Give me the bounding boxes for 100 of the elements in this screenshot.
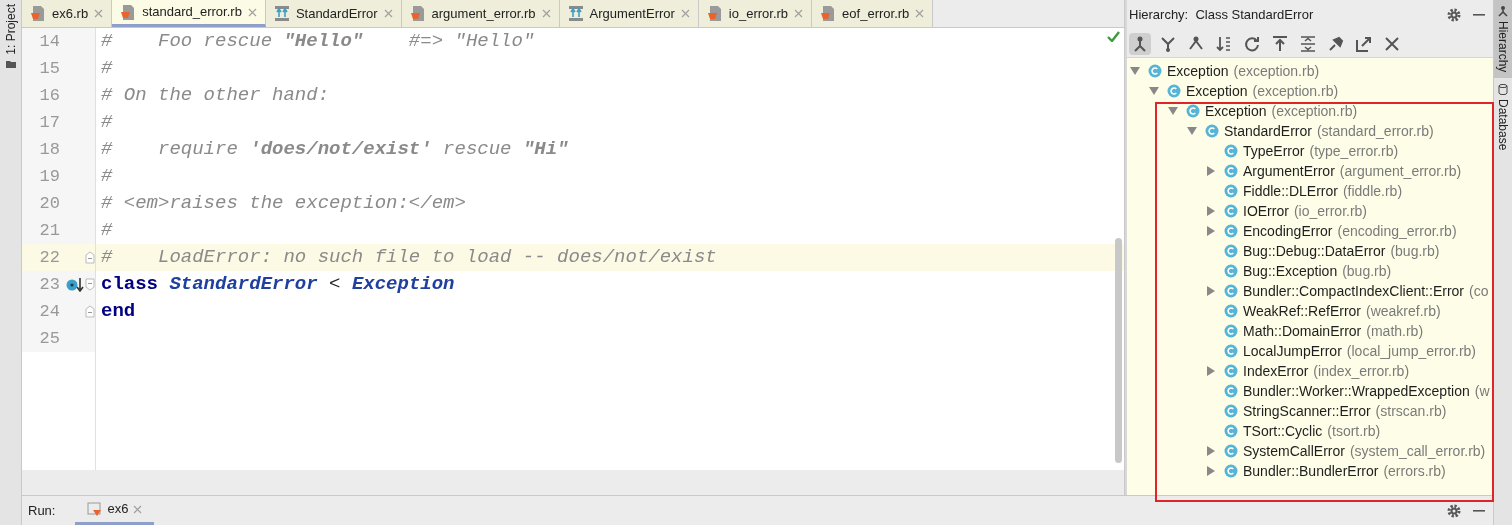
expand-arrow-icon[interactable] bbox=[1206, 446, 1216, 456]
code-line: # Foo rescue "Hello" #=> "Hello" bbox=[100, 29, 535, 55]
close-icon bbox=[247, 7, 257, 17]
close-icon bbox=[541, 9, 551, 18]
tree-item[interactable]: IndexError (index_error.rb) bbox=[1206, 361, 1410, 381]
expand-arrow-icon[interactable] bbox=[1206, 206, 1216, 216]
close-icon bbox=[680, 9, 690, 18]
subclass-gutter-icon[interactable] bbox=[66, 277, 84, 292]
fold-icon[interactable] bbox=[85, 305, 95, 318]
editor-tab[interactable]: eof_error.rb bbox=[812, 0, 934, 27]
tree-item[interactable]: WeakRef::RefError (weakref.rb) bbox=[1206, 301, 1441, 321]
line-number: 21 bbox=[38, 219, 60, 242]
editor-tab[interactable]: ArgumentError bbox=[559, 0, 699, 27]
line-number: 24 bbox=[38, 300, 60, 323]
tree-item[interactable]: Bug::Debug::DataError (bug.rb) bbox=[1206, 241, 1440, 261]
class-icon bbox=[1224, 224, 1238, 238]
expand-arrow-icon[interactable] bbox=[1206, 166, 1216, 176]
collapse-arrow-icon[interactable] bbox=[1168, 106, 1178, 116]
tree-item[interactable]: Fiddle::DLError (fiddle.rb) bbox=[1206, 181, 1403, 201]
expand-arrow-icon[interactable] bbox=[1206, 286, 1216, 296]
class-icon bbox=[1224, 204, 1238, 218]
fold-icon[interactable] bbox=[85, 251, 95, 264]
tree-item[interactable]: Exception (exception.rb) bbox=[1168, 101, 1358, 121]
line-number: 20 bbox=[38, 192, 60, 215]
line-number: 15 bbox=[38, 57, 60, 80]
database-icon bbox=[1498, 84, 1508, 96]
close-icon bbox=[383, 9, 393, 18]
collapse-arrow-icon[interactable] bbox=[1130, 66, 1140, 76]
tree-item[interactable]: SystemCallError (system_call_error.rb) bbox=[1206, 441, 1486, 461]
editor-tab[interactable]: StandardError bbox=[265, 0, 402, 27]
tree-item[interactable]: Bundler::BundlerError (errors.rb) bbox=[1206, 461, 1446, 481]
run-label: Run: bbox=[28, 501, 56, 520]
tree-item[interactable]: StandardError (standard_error.rb) bbox=[1187, 121, 1434, 141]
ruby-file-icon bbox=[820, 5, 837, 22]
subtypes-icon bbox=[1159, 34, 1177, 53]
tree-item[interactable]: IOError (io_error.rb) bbox=[1206, 201, 1368, 221]
ruby-file-icon bbox=[706, 5, 723, 22]
project-tool-tab[interactable]: 1: Project bbox=[1, 4, 20, 55]
ruby-file-icon bbox=[30, 5, 46, 22]
tree-item[interactable]: TSort::Cyclic (tsort.rb) bbox=[1206, 421, 1381, 441]
close-icon bbox=[1383, 34, 1401, 53]
ruby-file-icon bbox=[409, 5, 426, 22]
check-icon bbox=[1107, 31, 1120, 42]
sort-icon bbox=[1215, 34, 1233, 53]
expand-arrow-icon[interactable] bbox=[1206, 366, 1216, 376]
tree-item[interactable]: Bundler::CompactIndexClient::Error (co bbox=[1206, 281, 1489, 301]
class-icon bbox=[1224, 264, 1238, 278]
scroll-to-source-icon bbox=[1271, 34, 1289, 53]
tree-item[interactable]: LocalJumpError (local_jump_error.rb) bbox=[1206, 341, 1476, 361]
class-icon bbox=[1224, 424, 1238, 438]
fold-icon[interactable] bbox=[85, 278, 95, 291]
tree-item[interactable]: EncodingError (encoding_error.rb) bbox=[1206, 221, 1457, 241]
folder-icon bbox=[5, 58, 16, 68]
code-line: class StandardError < Exception bbox=[100, 272, 455, 298]
tree-item[interactable]: Exception (exception.rb) bbox=[1130, 61, 1320, 81]
close-icon bbox=[94, 9, 104, 18]
class-icon bbox=[1224, 464, 1238, 478]
tree-item[interactable]: ArgumentError (argument_error.rb) bbox=[1206, 161, 1462, 181]
class-icon bbox=[1205, 124, 1219, 138]
class-icon bbox=[1224, 184, 1238, 198]
editor-tab[interactable]: argument_error.rb bbox=[401, 0, 560, 27]
tree-item[interactable]: Exception (exception.rb) bbox=[1149, 81, 1339, 101]
line-number: 17 bbox=[38, 111, 60, 134]
editor-tab[interactable]: io_error.rb bbox=[698, 0, 813, 27]
class-icon bbox=[1224, 284, 1238, 298]
class-icon bbox=[1186, 104, 1200, 118]
settings-icon[interactable] bbox=[1447, 503, 1461, 518]
class-icon bbox=[1224, 324, 1238, 338]
tree-item[interactable]: Math::DomainError (math.rb) bbox=[1206, 321, 1424, 341]
tree-item[interactable]: TypeError (type_error.rb) bbox=[1206, 141, 1399, 161]
tree-item[interactable]: Bundler::Worker::WrappedException (w bbox=[1206, 381, 1490, 401]
side-tool-tab[interactable]: Database bbox=[1494, 78, 1512, 157]
side-tool-tab[interactable]: Hierarchy bbox=[1494, 0, 1512, 79]
collapse-arrow-icon[interactable] bbox=[1149, 86, 1159, 96]
editor-tab[interactable]: standard_error.rb bbox=[112, 0, 266, 27]
code-line: # LoadError: no such file to load -- does/not/exist bbox=[100, 245, 717, 271]
class-icon bbox=[1148, 64, 1162, 78]
class-icon bbox=[1224, 244, 1238, 258]
settings-icon[interactable] bbox=[1447, 8, 1461, 22]
expand-arrow-icon[interactable] bbox=[1206, 226, 1216, 236]
hierarchy-tree-icon bbox=[1498, 6, 1508, 17]
pin-icon bbox=[1327, 34, 1345, 53]
editor-tab[interactable]: ex6.rb bbox=[22, 0, 113, 27]
ruby-file-icon bbox=[120, 3, 137, 21]
run-tab[interactable]: ex6 bbox=[75, 496, 155, 525]
class-icon bbox=[1224, 144, 1238, 158]
tree-item[interactable]: Bug::Exception (bug.rb) bbox=[1206, 261, 1392, 281]
hierarchy-icon bbox=[273, 5, 290, 22]
code-line: # require 'does/not/exist' rescue "Hi" bbox=[100, 137, 569, 163]
close-icon bbox=[794, 9, 804, 18]
code-line: end bbox=[100, 299, 136, 325]
code-line: # bbox=[100, 110, 113, 136]
code-line: # bbox=[100, 218, 113, 244]
scrollbar[interactable] bbox=[1115, 238, 1122, 463]
collapse-arrow-icon[interactable] bbox=[1187, 126, 1197, 136]
line-number: 14 bbox=[38, 30, 60, 53]
panel-title: Hierarchy: Class StandardError bbox=[1129, 6, 1315, 25]
tree-item[interactable]: StringScanner::Error (strscan.rb) bbox=[1206, 401, 1447, 421]
toolbar-button[interactable] bbox=[1129, 32, 1151, 55]
expand-arrow-icon[interactable] bbox=[1206, 466, 1216, 476]
